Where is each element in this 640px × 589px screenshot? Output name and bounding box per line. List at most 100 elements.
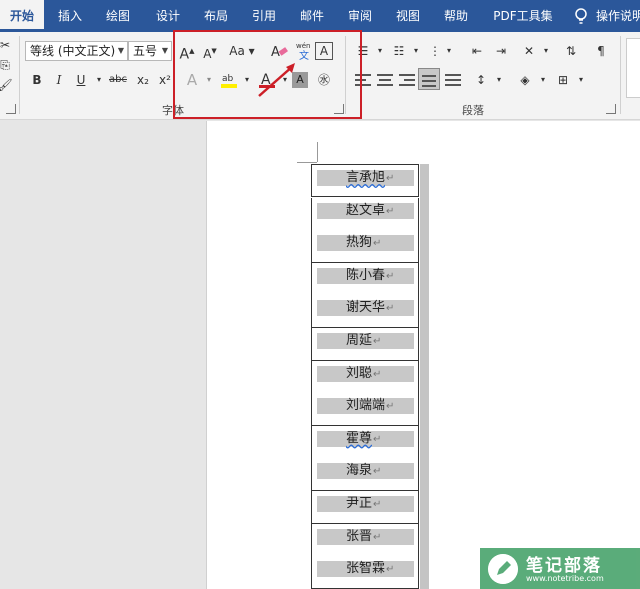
tab-pdf-tools[interactable]: PDF工具集 — [486, 0, 560, 32]
subscript-button[interactable]: x₂ — [132, 69, 154, 91]
table-cell[interactable]: 热狗↵ — [317, 235, 414, 252]
chevron-down-icon[interactable]: ▾ — [570, 69, 592, 91]
paragraph-mark: ↵ — [386, 401, 395, 413]
table-row[interactable]: 尹正↵ — [311, 491, 419, 524]
show-marks-icon[interactable]: ¶ — [590, 40, 612, 62]
table-row[interactable]: 热狗↵ — [311, 230, 419, 264]
strikethrough-button[interactable]: abc — [104, 69, 132, 91]
tab-layout[interactable]: 布局 — [196, 0, 236, 32]
table-row[interactable]: 张智霖↵ — [311, 556, 419, 589]
chevron-down-icon[interactable]: ▾ — [535, 40, 557, 62]
font-size-dropdown[interactable]: 五号 ▼ — [128, 41, 172, 61]
table-row[interactable]: 谢天华↵ — [311, 295, 419, 329]
font-name-value: 等线 (中文正文) — [30, 44, 116, 58]
table-cell[interactable]: 陈小春↵ — [317, 267, 414, 284]
align-center-icon[interactable] — [374, 68, 396, 90]
table-cell[interactable]: 言承旭↵ — [317, 170, 414, 186]
table-cell[interactable]: 刘端端↵ — [317, 398, 414, 415]
table-row[interactable]: 刘端端↵ — [311, 393, 419, 427]
table-row[interactable]: 刘聪↵ — [311, 360, 419, 394]
tab-insert[interactable]: 插入 — [50, 0, 90, 32]
paragraph-dialog-launcher-icon[interactable] — [606, 104, 616, 114]
tab-review[interactable]: 审阅 — [340, 0, 380, 32]
paragraph-mark: ↵ — [373, 531, 382, 543]
cell-text: 言承旭 — [346, 170, 386, 185]
table-row[interactable]: 周延↵ — [311, 328, 419, 361]
table-cell[interactable]: 周延↵ — [317, 333, 414, 349]
workspace-margin — [0, 121, 205, 589]
cell-text: 刘聪 — [346, 365, 373, 381]
tab-draw[interactable]: 绘图 — [98, 0, 138, 32]
paragraph-group-label: 段落 — [462, 104, 484, 117]
bold-button[interactable]: B — [26, 69, 48, 91]
cell-text: 尹正 — [346, 496, 373, 511]
chevron-down-icon[interactable]: ▾ — [532, 69, 554, 91]
styles-gallery[interactable] — [626, 38, 640, 98]
chevron-down-icon: ▼ — [117, 46, 124, 55]
table-cell[interactable]: 张智霖↵ — [317, 561, 414, 578]
cell-text: 热狗 — [346, 235, 373, 251]
paragraph-mark: ↵ — [386, 205, 395, 217]
paragraph-mark: ↵ — [373, 368, 382, 380]
pencil-logo-icon — [488, 554, 518, 584]
font-name-dropdown[interactable]: 等线 (中文正文) ▼ — [25, 41, 128, 61]
table-cell[interactable]: 赵文卓↵ — [317, 202, 414, 219]
paragraph-mark: ↵ — [373, 433, 382, 445]
tab-home[interactable]: 开始 — [0, 0, 44, 32]
table-cell[interactable]: 刘聪↵ — [317, 365, 414, 382]
paragraph-mark: ↵ — [373, 499, 382, 510]
paragraph-mark: ↵ — [373, 238, 382, 250]
tab-help[interactable]: 帮助 — [436, 0, 476, 32]
clipboard-launcher-icon[interactable] — [6, 104, 16, 114]
watermark-url: www.notetribe.com — [526, 574, 604, 583]
font-size-value: 五号 — [133, 44, 158, 58]
table-cell[interactable]: 张晋↵ — [317, 528, 414, 545]
lightbulb-icon[interactable] — [572, 7, 590, 25]
distributed-icon[interactable] — [442, 68, 464, 90]
cell-text: 霍尊 — [346, 430, 373, 446]
paragraph-mark: ↵ — [386, 270, 395, 282]
cell-text: 陈小春 — [346, 267, 386, 283]
watermark-title: 笔记部落 — [526, 556, 602, 576]
tell-me-search[interactable]: 操作说明 — [596, 0, 640, 32]
font-highlight-box — [173, 30, 362, 119]
paragraph-mark: ↵ — [386, 564, 395, 576]
format-painter-icon[interactable]: 🖌 — [0, 74, 16, 96]
increase-indent-icon[interactable]: ⇥ — [490, 40, 512, 62]
cell-text: 谢天华 — [346, 300, 386, 316]
table-cell[interactable]: 海泉↵ — [317, 463, 414, 480]
table-row[interactable]: 赵文卓↵ — [311, 197, 419, 231]
cut-icon[interactable]: ✂ — [0, 34, 16, 56]
copy-icon[interactable]: ⎘ — [0, 54, 16, 76]
chevron-down-icon[interactable]: ▾ — [488, 69, 510, 91]
tab-design[interactable]: 设计 — [148, 0, 188, 32]
watermark: 笔记部落 www.notetribe.com — [480, 548, 640, 589]
cell-text: 张智霖 — [346, 561, 386, 577]
decrease-indent-icon[interactable]: ⇤ — [466, 40, 488, 62]
table-cell[interactable]: 霍尊↵ — [317, 430, 414, 447]
table-cell[interactable]: 谢天华↵ — [317, 300, 414, 317]
sort-icon[interactable]: ⇅ — [560, 40, 582, 62]
chevron-down-icon: ▼ — [161, 46, 168, 55]
paragraph-mark: ↵ — [386, 303, 395, 315]
chevron-down-icon[interactable]: ▾ — [438, 40, 460, 62]
cell-text: 海泉 — [346, 463, 373, 479]
cell-text: 刘端端 — [346, 398, 386, 414]
italic-button[interactable]: I — [48, 69, 70, 91]
table-row[interactable]: 言承旭↵ — [311, 164, 419, 197]
cell-text: 周延 — [346, 333, 373, 348]
tab-references[interactable]: 引用 — [244, 0, 284, 32]
tab-mailings[interactable]: 邮件 — [292, 0, 332, 32]
table-row[interactable]: 张晋↵ — [311, 523, 419, 557]
table-cell[interactable]: 尹正↵ — [317, 496, 414, 512]
tab-view[interactable]: 视图 — [388, 0, 428, 32]
table-row[interactable]: 霍尊↵ — [311, 425, 419, 459]
justify-icon[interactable] — [418, 68, 440, 90]
paragraph-mark: ↵ — [373, 336, 382, 347]
align-right-icon[interactable] — [396, 68, 418, 90]
ribbon-tab-bar: 开始 插入 绘图 设计 布局 引用 邮件 审阅 视图 帮助 PDF工具集 操作说… — [0, 0, 640, 32]
cell-text: 赵文卓 — [346, 202, 386, 218]
table-row[interactable]: 海泉↵ — [311, 458, 419, 492]
paragraph-mark: ↵ — [373, 466, 382, 478]
table-row[interactable]: 陈小春↵ — [311, 262, 419, 296]
